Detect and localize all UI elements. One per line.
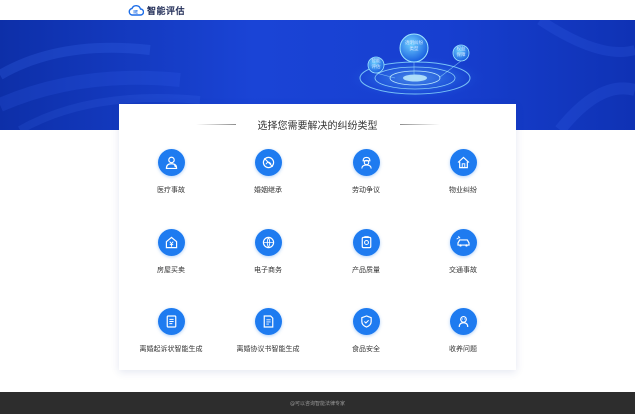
category-grid: 医疗事故 婚姻继承 劳动争议 物业纠纷 房屋买卖 电子商务 产品质量 交通事故 … — [119, 104, 516, 370]
category-adoption[interactable]: 收养问题 — [413, 308, 513, 368]
svg-text:IE: IE — [133, 10, 138, 16]
top-bar: IE 智能评估 — [0, 0, 635, 20]
category-product-quality[interactable]: 产品质量 — [316, 229, 416, 289]
category-label: 房屋买卖 — [157, 266, 185, 274]
category-label: 交通事故 — [449, 266, 477, 274]
footer: @可以咨询智能法律专家 — [0, 392, 635, 414]
category-label: 电子商务 — [254, 266, 282, 274]
category-label: 食品安全 — [352, 345, 380, 353]
category-divorce-complaint[interactable]: 离婚起诉状智能生成 — [121, 308, 221, 368]
category-traffic[interactable]: 交通事故 — [413, 229, 513, 289]
category-marriage[interactable]: 婚姻继承 — [218, 149, 318, 209]
worker-icon — [352, 149, 380, 176]
doctor-icon — [157, 149, 185, 176]
category-ecommerce[interactable]: 电子商务 — [218, 229, 318, 289]
property-icon — [449, 149, 477, 176]
category-label: 收养问题 — [449, 345, 477, 353]
divorce-agreement-icon — [254, 308, 282, 335]
ecommerce-icon — [254, 229, 282, 256]
dispute-type-card: 选择您需要解决的纠纷类型 医疗事故 婚姻继承 劳动争议 物业纠纷 房屋买卖 电子… — [119, 104, 516, 370]
orb-left-label: 智能 评估 — [371, 59, 381, 70]
adoption-icon — [449, 308, 477, 335]
category-labor[interactable]: 劳动争议 — [316, 149, 416, 209]
orb-right-label: 权益 保障 — [456, 47, 466, 58]
page: IE 智能评估 透明纠纷 类型 智能 评估 权益 保障 选择您需要解决的纠纷类型… — [0, 0, 635, 414]
category-label: 医疗事故 — [157, 186, 185, 194]
marriage-icon — [254, 149, 282, 176]
footer-text: @可以咨询智能法律专家 — [289, 400, 345, 407]
category-property[interactable]: 物业纠纷 — [413, 149, 513, 209]
food-safety-icon — [352, 308, 380, 335]
category-house-trade[interactable]: 房屋买卖 — [121, 229, 221, 289]
category-label: 离婚起诉状智能生成 — [139, 345, 203, 353]
orb-center-label: 透明纠纷 类型 — [405, 41, 423, 52]
category-medical[interactable]: 医疗事故 — [121, 149, 221, 209]
category-label: 产品质量 — [352, 266, 380, 274]
category-label: 离婚协议书智能生成 — [236, 345, 300, 353]
logo[interactable]: IE 智能评估 — [128, 3, 185, 17]
cloud-logo-icon: IE — [128, 5, 144, 16]
category-label: 婚姻继承 — [254, 186, 282, 194]
house-price-icon — [157, 229, 185, 256]
car-icon — [449, 229, 477, 256]
product-quality-icon — [352, 229, 380, 256]
divorce-complaint-icon — [157, 308, 185, 335]
category-label: 物业纠纷 — [449, 186, 477, 194]
category-food-safety[interactable]: 食品安全 — [316, 308, 416, 368]
category-label: 劳动争议 — [352, 186, 380, 194]
category-divorce-agreement[interactable]: 离婚协议书智能生成 — [218, 308, 318, 368]
logo-text: 智能评估 — [147, 6, 186, 17]
